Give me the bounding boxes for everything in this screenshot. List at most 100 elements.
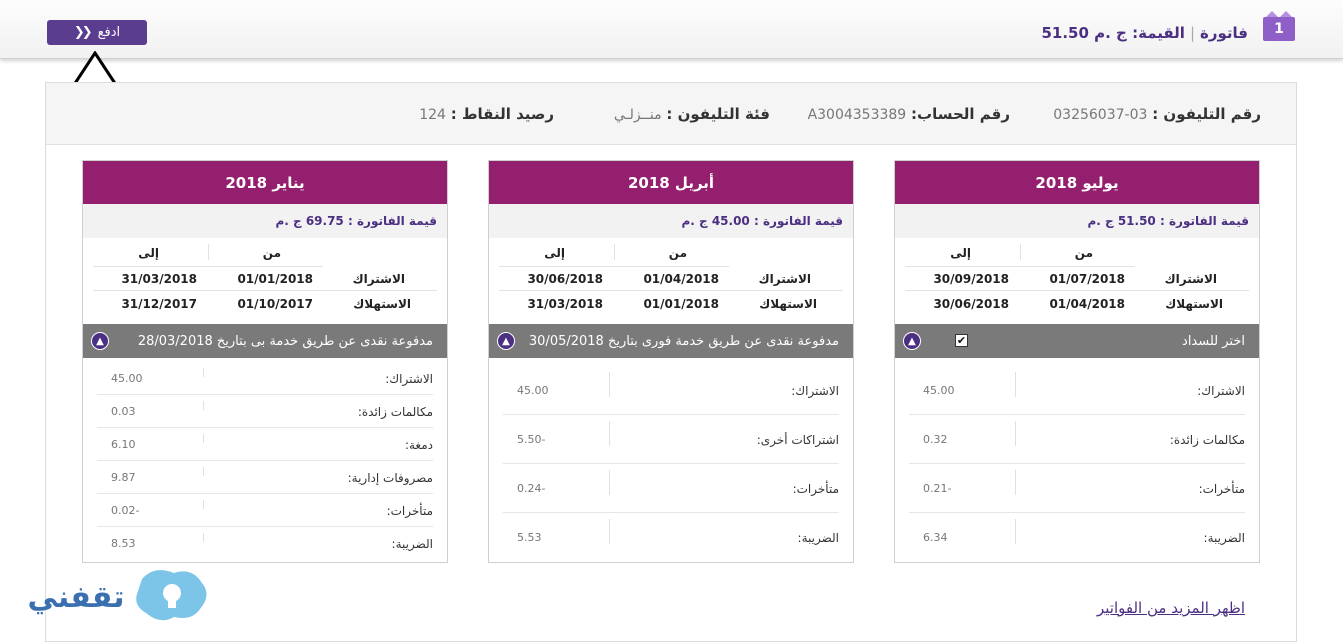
payment-status-text: مدفوعة نقدى عن طريق خدمة بى بتاريخ 28/03…	[137, 333, 433, 349]
table-rule	[905, 290, 1249, 291]
charge-value: 45.00	[923, 384, 955, 397]
charge-label: دمغة:	[404, 438, 433, 452]
charge-value: -0.24	[517, 482, 546, 495]
period-table: من إلى الاشتراك 01/07/2018 30/09/2018 ال…	[895, 238, 1259, 324]
phone-category-info: فئة التليفون : منــزلـي	[614, 105, 770, 123]
charge-divider	[609, 519, 610, 544]
subscription-row-label: الاشتراك	[758, 272, 811, 286]
charge-value: -0.02	[111, 504, 140, 517]
charge-value: 6.10	[111, 438, 136, 451]
charges-list: الاشتراك: 45.00 مكالمات زائدة: 0.32 متأخ…	[895, 358, 1259, 562]
phone-value: 03-03256037	[1053, 107, 1148, 123]
charge-label: اشتراكات أخرى:	[756, 433, 839, 447]
charge-row: اشتراكات أخرى: -5.50	[503, 415, 839, 464]
table-rule	[905, 266, 1135, 267]
card-invoice-amount: قيمة الفاتورة : 45.00 ج .م	[489, 204, 853, 238]
charge-label: الاشتراك:	[1197, 384, 1245, 398]
checkbox-checked-icon[interactable]: ✔	[955, 334, 968, 347]
consumption-to: 30/06/2018	[933, 297, 1009, 311]
table-rule	[93, 266, 323, 267]
separator: |	[1189, 24, 1196, 42]
charge-label: الضريبة:	[1203, 531, 1245, 545]
charge-label: مكالمات زائدة:	[1169, 433, 1245, 447]
consumption-row-label: الاستهلاك	[353, 297, 411, 311]
table-divider	[1020, 244, 1021, 260]
subscription-from: 01/01/2018	[237, 272, 313, 286]
charge-divider	[203, 467, 204, 476]
double-chevron-left-icon: ❮❮	[73, 25, 93, 40]
top-bar: ادفع ❮❮ فاتورة|القيمة: ج .م 51.50 1	[0, 0, 1343, 59]
from-header: من	[668, 246, 687, 260]
invoice-card: يوليو 2018 قيمة الفاتورة : 51.50 ج .م من…	[894, 160, 1260, 563]
pay-button-label: ادفع	[97, 25, 121, 40]
charge-value: 5.53	[517, 531, 542, 544]
category-value: منــزلـي	[613, 107, 662, 123]
table-rule	[499, 266, 729, 267]
consumption-from: 01/04/2018	[1049, 297, 1125, 311]
charge-row: متأخرات: -0.21	[909, 464, 1245, 513]
card-month-header: يوليو 2018	[895, 161, 1259, 204]
chevron-up-icon[interactable]: ▲	[497, 332, 515, 350]
charge-divider	[609, 372, 610, 397]
show-more-invoices-link[interactable]: اظهر المزيد من الفواتير	[1097, 599, 1245, 617]
consumption-to: 31/03/2018	[527, 297, 603, 311]
payment-status-text: مدفوعة نقدى عن طريق خدمة فورى بتاريخ 30/…	[528, 333, 839, 349]
watermark-text: تقفني	[27, 580, 124, 615]
badge-count: 1	[1274, 21, 1284, 37]
subscription-to: 31/03/2018	[121, 272, 197, 286]
payment-status-text: اختر للسداد	[1182, 333, 1245, 349]
chevron-up-icon[interactable]: ▲	[91, 332, 109, 350]
table-divider	[614, 244, 615, 260]
from-header: من	[1074, 246, 1093, 260]
subscription-to: 30/09/2018	[933, 272, 1009, 286]
table-divider	[208, 244, 209, 260]
chevron-up-icon[interactable]: ▲	[903, 332, 921, 350]
account-label: رقم الحساب:	[911, 105, 1010, 123]
to-header: إلى	[544, 246, 565, 260]
subscription-row-label: الاشتراك	[1164, 272, 1217, 286]
category-label: فئة التليفون :	[666, 105, 770, 123]
charge-value: 9.87	[111, 471, 136, 484]
account-value: A3004353389	[807, 107, 907, 123]
payment-status-bar[interactable]: اختر للسداد ✔ ▲	[895, 324, 1259, 358]
charge-row: الاشتراك: 45.00	[97, 362, 433, 395]
charge-value: 45.00	[517, 384, 549, 397]
consumption-to: 31/12/2017	[121, 297, 197, 311]
subscription-row-label: الاشتراك	[352, 272, 405, 286]
charges-list: الاشتراك: 45.00 مكالمات زائدة: 0.03 دمغة…	[83, 358, 447, 560]
card-invoice-amount: قيمة الفاتورة : 51.50 ج .م	[895, 204, 1259, 238]
charge-label: متأخرات:	[792, 482, 839, 496]
charge-row: الاشتراك: 45.00	[909, 366, 1245, 415]
table-rule	[93, 290, 437, 291]
charge-value: -0.21	[923, 482, 952, 495]
consumption-row-label: الاستهلاك	[759, 297, 817, 311]
account-number-info: رقم الحساب: A3004353389	[808, 105, 1010, 123]
charge-divider	[609, 421, 610, 446]
card-invoice-amount: قيمة الفاتورة : 69.75 ج .م	[83, 204, 447, 238]
period-table: من إلى الاشتراك 01/04/2018 30/06/2018 ال…	[489, 238, 853, 324]
payment-status-bar: مدفوعة نقدى عن طريق خدمة فورى بتاريخ 30/…	[489, 324, 853, 358]
charge-row: الضريبة: 5.53	[503, 513, 839, 562]
charge-divider	[203, 434, 204, 443]
watermark-logo-icon: تقفني	[27, 570, 207, 621]
charge-divider	[203, 500, 204, 509]
charge-divider	[1015, 421, 1016, 446]
charge-row: مكالمات زائدة: 0.32	[909, 415, 1245, 464]
from-header: من	[262, 246, 281, 260]
subscription-from: 01/07/2018	[1049, 272, 1125, 286]
invoice-badge-icon[interactable]: 1	[1263, 11, 1295, 41]
pay-button[interactable]: ادفع ❮❮	[47, 20, 147, 45]
charge-divider	[1015, 519, 1016, 544]
invoice-summary: فاتورة|القيمة: ج .م 51.50	[1041, 24, 1248, 42]
account-info-bar: رقم التليفون : 03-03256037 رقم الحساب: A…	[46, 83, 1296, 145]
card-month-header: أبريل 2018	[489, 161, 853, 204]
charge-label: الاشتراك:	[385, 372, 433, 386]
points-value: 124	[419, 107, 446, 123]
phone-number-info: رقم التليفون : 03-03256037	[1053, 105, 1261, 123]
invoice-card: أبريل 2018 قيمة الفاتورة : 45.00 ج .م من…	[488, 160, 854, 563]
charge-label: مكالمات زائدة:	[357, 405, 433, 419]
charge-label: متأخرات:	[386, 504, 433, 518]
charge-label: متأخرات:	[1198, 482, 1245, 496]
points-balance-info: رصيد النقاط : 124	[419, 105, 554, 123]
value-amount: ج .م 51.50	[1041, 24, 1127, 42]
